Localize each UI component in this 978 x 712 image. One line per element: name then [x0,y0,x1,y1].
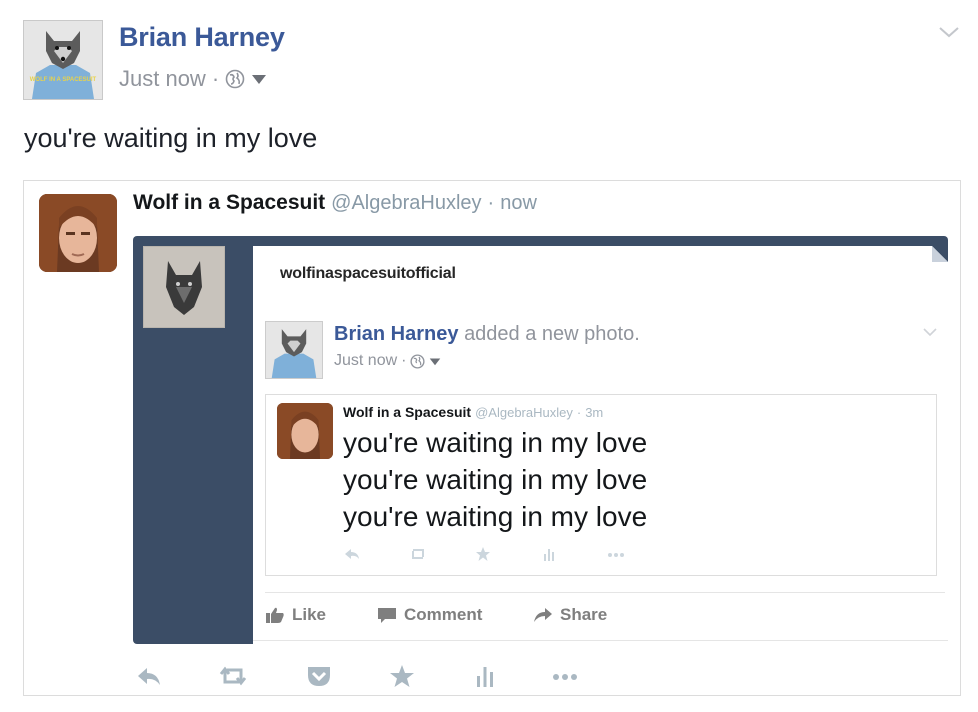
privacy-caret-icon[interactable] [251,73,267,85]
screenshot-bottom-divider [253,640,948,641]
screenshot-like-action: Like [265,605,326,625]
post-meta: Just now · [119,66,267,92]
tweet-line: you're waiting in my love [343,501,648,532]
post-timestamp[interactable]: Just now [119,66,206,92]
analytics-icon[interactable] [471,664,499,688]
retweet-icon[interactable] [219,664,247,688]
screenshot-reply-icon [345,549,359,559]
screenshot-chevron-icon [923,328,937,337]
tweet-line: you're waiting in my love [343,427,648,458]
screenshot-post-author: Brian Harney [334,323,459,345]
post-text: you're waiting in my love [24,123,318,153]
screenshot-wolf-avatar [143,246,225,328]
screenshot-post-action: added a new photo. [464,323,640,345]
screenshot-inner-tweet-avatar [277,403,333,459]
screenshot-comment-label: Comment [404,605,483,624]
screenshot-inner-tweet-name: Wolf in a Spacesuit [343,404,472,420]
tweet-author-name[interactable]: Wolf in a Spacesuit [133,191,325,215]
screenshot-inner-tweet-time: 3m [585,405,604,420]
screenshot-analytics-icon [544,549,554,561]
screenshot-inner-tweet-separator: · [576,405,582,420]
globe-icon[interactable] [225,69,245,89]
post-author-avatar[interactable]: WOLF IN A SPACESUIT [23,20,103,100]
screenshot-favorite-icon [476,547,490,561]
screenshot-globe-icon [410,353,426,369]
tweet-author-handle[interactable]: @AlgebraHuxley [331,192,481,215]
post-author-name[interactable]: Brian Harney [119,22,285,53]
tweet-author-avatar[interactable] [39,194,117,272]
screenshot-inner-tweet-header: Wolf in a Spacesuit @AlgebraHuxley · 3m [343,404,603,420]
tweet-timestamp[interactable]: now [500,192,537,215]
reply-icon[interactable] [135,664,163,688]
screenshot-like-label: Like [292,605,327,624]
screenshot-share-action: Share [533,605,607,625]
more-icon[interactable] [551,664,579,688]
screenshot-privacy-caret-icon [430,358,441,365]
screenshot-post-time: Just now [334,352,398,369]
screenshot-comment-action: Comment [377,605,482,625]
page-fold-icon [932,246,948,262]
post-options-chevron-icon[interactable] [938,24,960,40]
thumbs-up-icon [266,607,284,623]
screenshot-post-meta: Just now · [334,352,441,370]
screenshot-share-label: Share [560,605,608,624]
tweet-line: you're waiting in my love [343,464,648,495]
tweet-separator: · [487,192,495,214]
screenshot-retweet-icon [412,549,424,559]
share-arrow-icon [534,608,552,622]
screenshot-inner-tweet-actions [343,546,647,562]
meta-separator: · [211,66,220,91]
screenshot-inner-tweet-text: you're waiting in my love you're waiting… [343,424,647,535]
screenshot-meta-separator: · [401,352,407,369]
comment-icon [378,608,396,623]
screenshot-username: wolfinaspacesuitofficial [280,265,456,282]
shirt-text: WOLF IN A SPACESUIT [30,77,97,83]
screenshot-divider [265,592,945,593]
favorite-icon[interactable] [388,664,416,688]
screenshot-post-headline: Brian Harney added a new photo. [334,323,640,346]
pocket-icon[interactable] [305,664,333,688]
screenshot-inner-tweet-handle: @AlgebraHuxley [475,405,573,420]
tweet-header: Wolf in a Spacesuit @AlgebraHuxley · now [133,191,537,215]
screenshot-more-icon [608,553,624,557]
screenshot-post-avatar [265,321,323,379]
